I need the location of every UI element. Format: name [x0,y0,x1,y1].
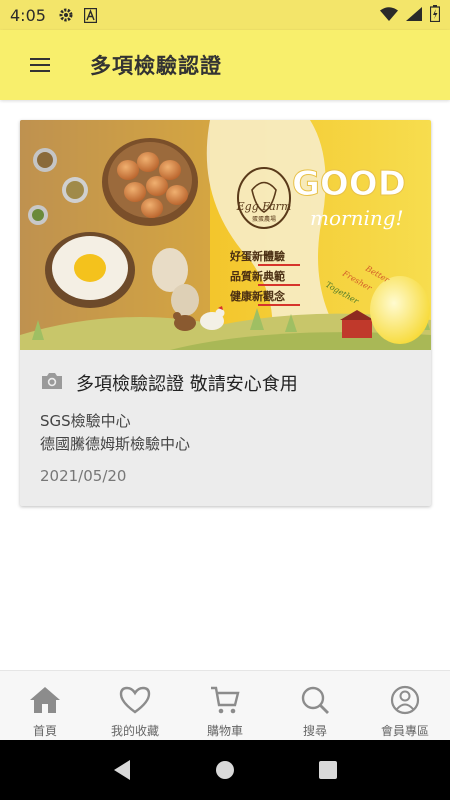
user-icon [388,685,422,719]
banner-brand-text: Egg Farm [236,200,292,213]
nav-item-cart[interactable]: 購物車 [180,671,270,740]
news-card[interactable]: Egg Farm 蛋蛋農場 GOOD morning! 好蛋新體驗 品質新典範 … [20,120,431,506]
status-time: 4:05 [10,5,46,25]
wifi-icon [380,6,398,25]
home-circle-icon[interactable] [205,750,245,790]
banner-slogan-3: 健康新觀念 [230,289,286,303]
android-a-icon [83,7,97,23]
heart-icon [118,685,152,719]
settings-gear-icon [58,7,74,23]
status-bar: 4:05 [0,0,450,30]
nav-item-search[interactable]: 搜尋 [270,671,360,740]
cart-icon [208,685,242,719]
card-date: 2021/05/20 [40,467,127,485]
nav-label-member: 會員專區 [380,724,429,738]
hamburger-menu-icon[interactable] [25,50,55,80]
card-line-2: 德國騰德姆斯檢驗中心 [40,435,191,453]
banner-brand-sub-text: 蛋蛋農場 [252,215,276,223]
nav-item-home[interactable]: 首頁 [0,671,90,740]
nav-item-favorites[interactable]: 我的收藏 [90,671,180,740]
bottom-nav: 首頁 我的收藏 購物車 搜尋 會員專區 [0,670,450,740]
nav-label-search: 搜尋 [302,724,327,738]
app-bar: 多項檢驗認證 [0,30,450,100]
banner-slogan-2: 品質新典範 [230,269,285,283]
card-title: 多項檢驗認證 敬請安心食用 [76,374,298,395]
banner-slogan-1: 好蛋新體驗 [229,249,285,263]
search-icon [298,685,332,719]
signal-icon [406,6,422,25]
recents-icon[interactable] [308,750,348,790]
nav-label-cart: 購物車 [206,724,243,738]
page-title: 多項檢驗認證 [90,54,222,78]
battery-charging-icon [429,4,441,26]
system-nav-bar [0,740,450,800]
nav-label-home: 首頁 [32,724,57,738]
banner-headline-sub-text: morning! [310,206,404,230]
back-icon[interactable] [102,750,142,790]
card-title-row: 多項檢驗認證 敬請安心食用 [40,370,298,396]
banner-image: Egg Farm 蛋蛋農場 GOOD morning! 好蛋新體驗 品質新典範 … [20,120,431,350]
card-line-1: SGS檢驗中心 [40,412,131,430]
nav-label-favorites: 我的收藏 [110,724,159,738]
camera-icon [40,371,64,395]
nav-item-member[interactable]: 會員專區 [360,671,450,740]
home-icon [28,685,62,719]
banner-headline-text: GOOD [292,164,406,204]
